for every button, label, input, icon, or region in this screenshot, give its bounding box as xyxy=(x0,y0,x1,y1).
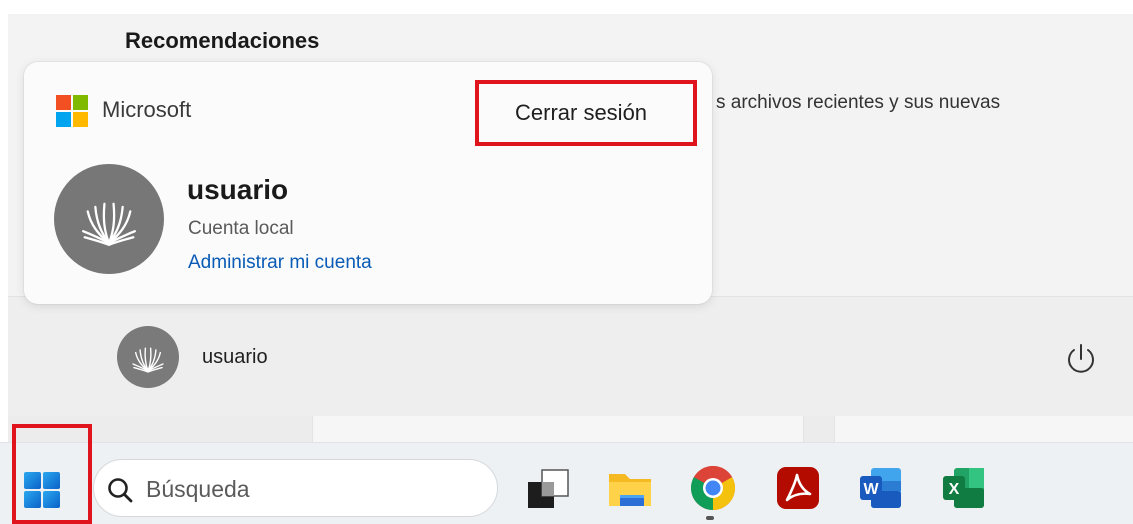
account-type: Cuenta local xyxy=(188,218,294,239)
file-explorer-button[interactable] xyxy=(606,464,654,512)
acrobat-button[interactable] xyxy=(774,464,822,512)
footer-user-avatar[interactable] xyxy=(117,326,179,388)
panel-strip xyxy=(312,416,804,442)
account-user-name: usuario xyxy=(187,174,289,205)
user-logo-icon xyxy=(82,202,136,247)
start-button-highlight xyxy=(12,424,92,524)
word-icon: W xyxy=(860,468,901,508)
user-logo-icon xyxy=(132,347,164,373)
microsoft-logo-icon xyxy=(56,95,88,127)
chrome-icon xyxy=(691,466,735,510)
sign-out-button[interactable]: Cerrar sesión xyxy=(475,80,697,146)
chrome-button[interactable] xyxy=(689,464,737,512)
search-icon xyxy=(108,478,133,503)
task-view-button[interactable] xyxy=(524,464,572,512)
excel-button[interactable]: X xyxy=(940,464,988,512)
svg-text:W: W xyxy=(863,481,879,498)
screen: Recomendaciones s archivos recientes y s… xyxy=(0,0,1133,524)
running-indicator xyxy=(706,516,714,520)
microsoft-brand: Microsoft xyxy=(102,97,192,122)
taskbar-search[interactable] xyxy=(93,459,498,517)
excel-icon: X xyxy=(943,468,984,508)
power-button[interactable] xyxy=(1062,340,1100,378)
footer-user-name[interactable]: usuario xyxy=(202,346,268,369)
svg-text:X: X xyxy=(949,481,960,498)
recommendations-title: Recomendaciones xyxy=(125,28,320,53)
recommendations-description: s archivos recientes y sus nuevas xyxy=(716,92,1001,113)
panel-strip xyxy=(834,416,1133,442)
file-explorer-icon xyxy=(609,474,651,506)
manage-account-link[interactable]: Administrar mi cuenta xyxy=(188,252,372,274)
user-avatar xyxy=(54,164,164,274)
search-input[interactable] xyxy=(144,468,468,510)
power-icon xyxy=(1068,344,1094,373)
acrobat-icon xyxy=(777,467,819,509)
task-view-icon xyxy=(528,469,569,508)
account-flyout: Microsoft Cerrar sesión usuario Cuenta l… xyxy=(24,62,712,304)
word-button[interactable]: W xyxy=(857,464,905,512)
